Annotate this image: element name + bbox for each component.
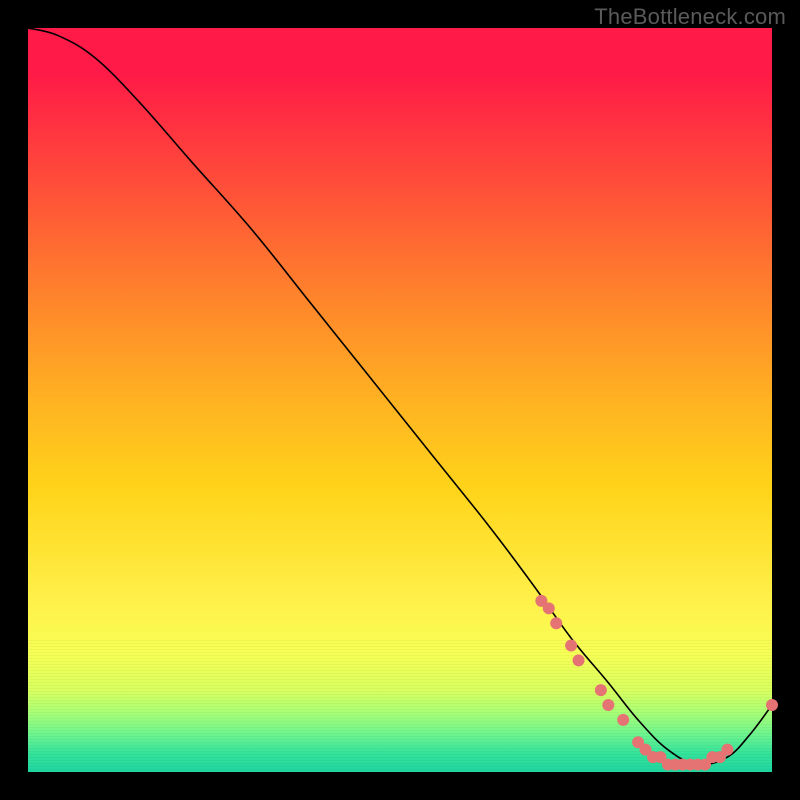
highlight-dot — [550, 617, 562, 629]
curve-svg — [28, 28, 772, 772]
bottleneck-curve — [28, 28, 772, 765]
highlight-dot — [543, 602, 555, 614]
watermark-text: TheBottleneck.com — [594, 4, 786, 30]
highlight-dot — [721, 744, 733, 756]
highlight-dot — [766, 699, 778, 711]
highlight-dot — [573, 654, 585, 666]
chart-frame: TheBottleneck.com — [0, 0, 800, 800]
highlight-dot — [617, 714, 629, 726]
plot-area — [28, 28, 772, 772]
highlight-dot — [602, 699, 614, 711]
highlight-dot — [565, 640, 577, 652]
highlight-dot — [595, 684, 607, 696]
